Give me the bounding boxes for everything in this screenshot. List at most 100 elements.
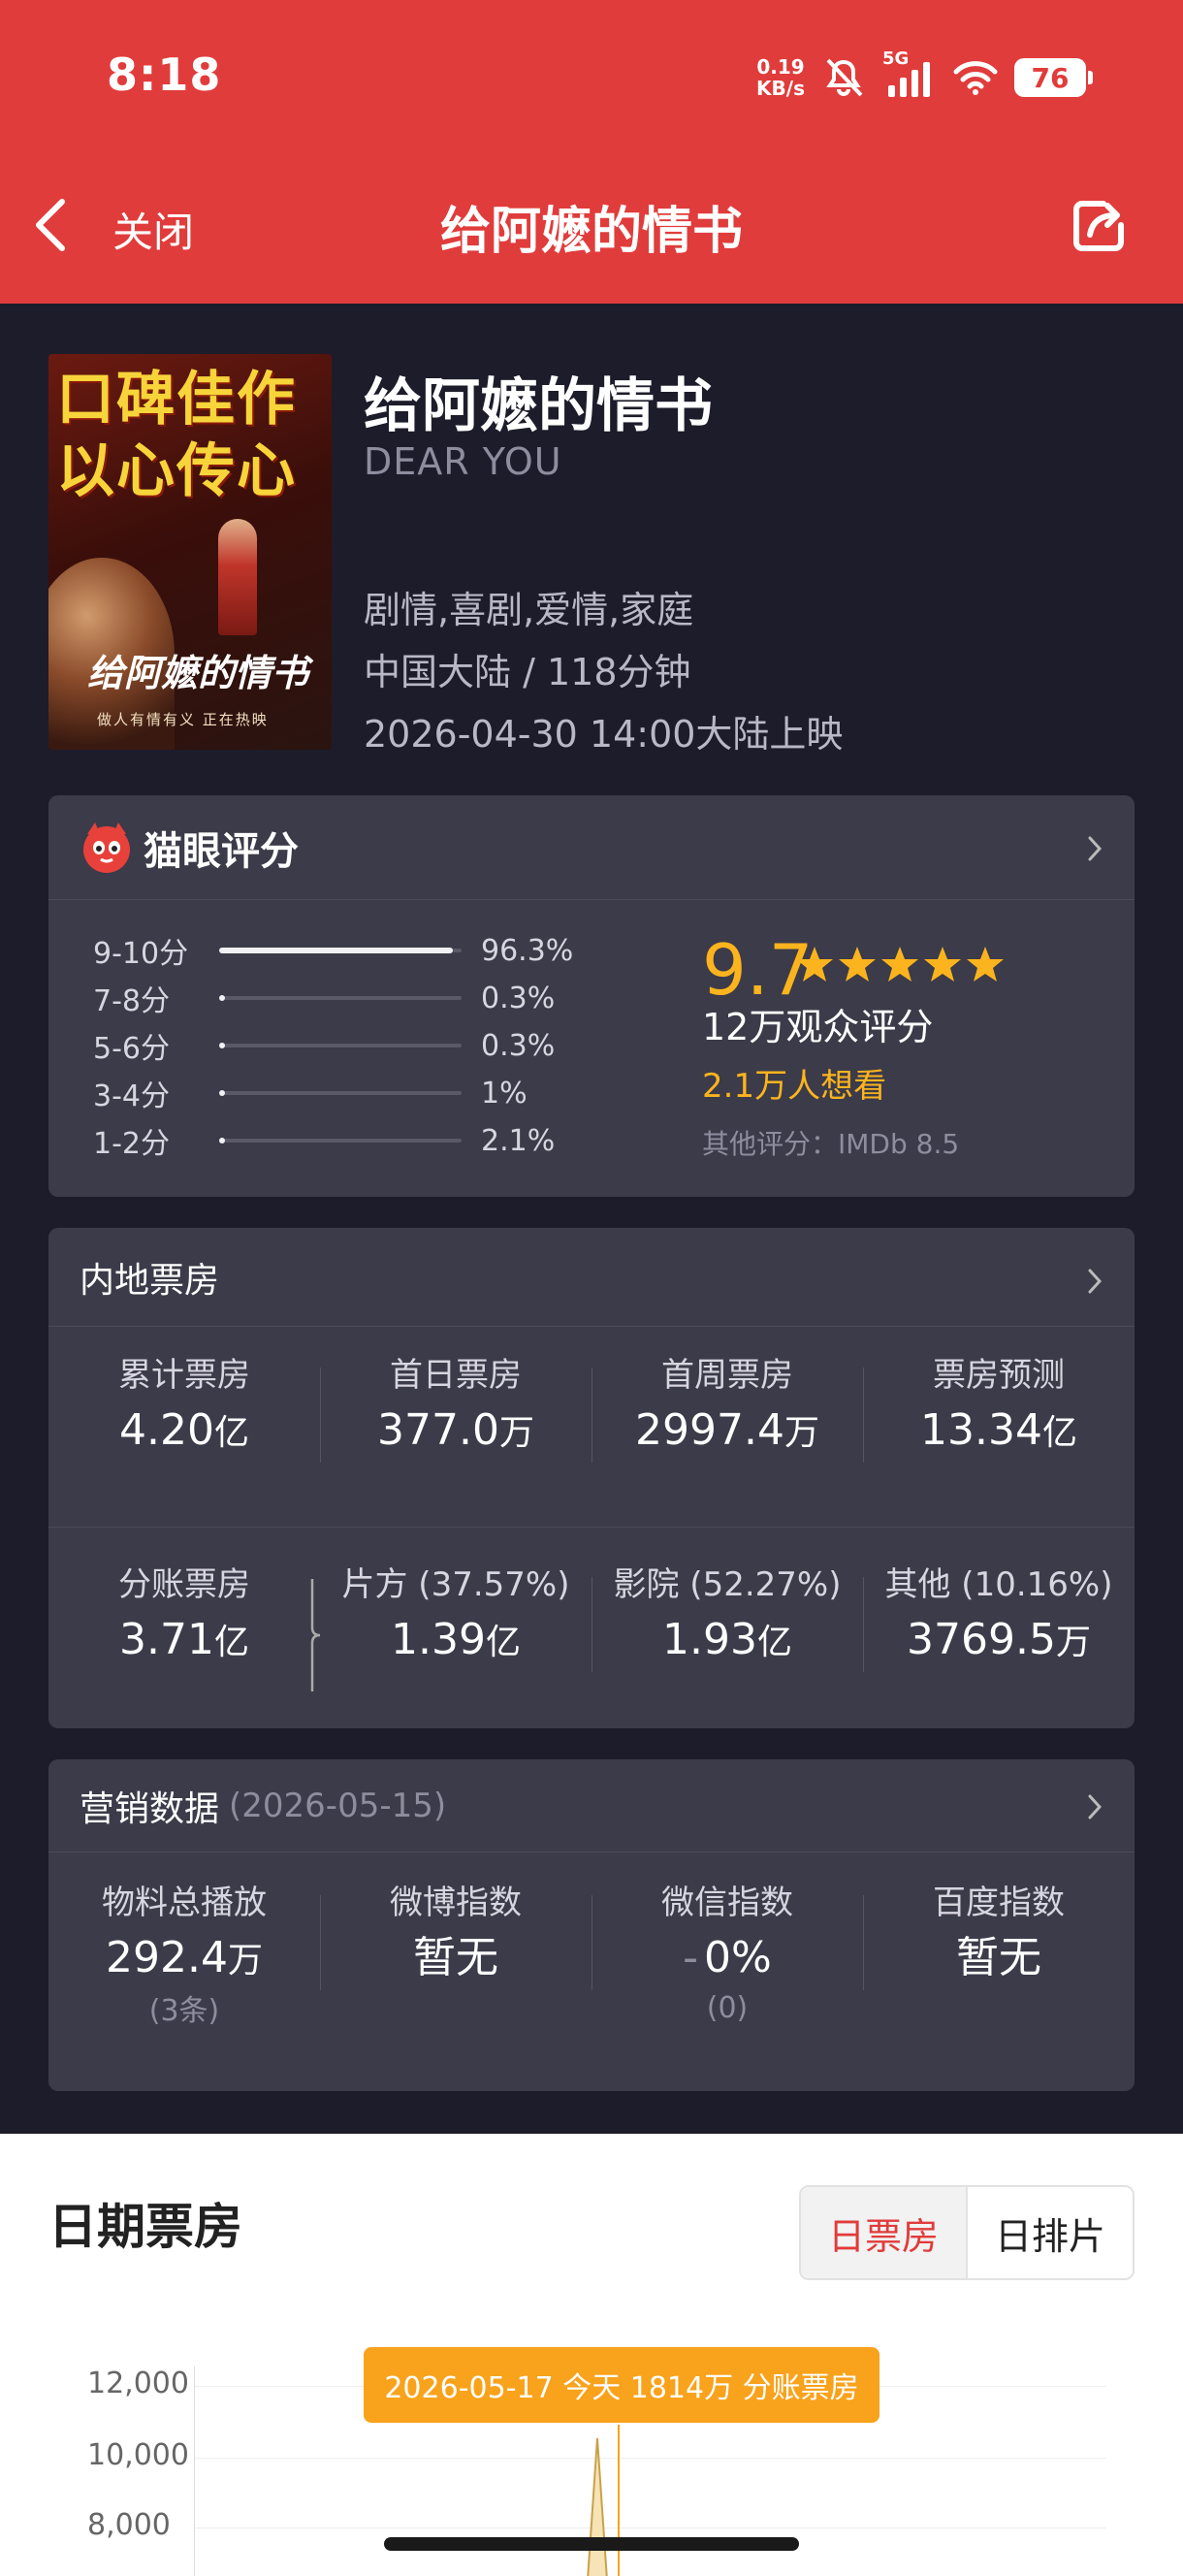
- home-indicator[interactable]: [384, 2537, 799, 2551]
- stat-value: 3.71亿: [48, 1608, 320, 1675]
- stat-value: 377.0万: [320, 1399, 592, 1465]
- box-office-header[interactable]: 内地票房: [48, 1228, 1135, 1327]
- box-office-stat: 首周票房 2997.4万: [592, 1352, 863, 1465]
- daily-toggle: 日票房 日排片: [799, 2185, 1135, 2280]
- rating-bar-fill: [219, 1043, 225, 1048]
- rating-bucket-percent: 0.3%: [481, 1028, 556, 1063]
- rating-card[interactable]: 猫眼评分 9-10分 96.3% 7-8分 0.3% 5-6分 0.3% 3-4分 1% 1-2…: [48, 795, 1135, 1197]
- daily-peak-mark: [587, 2425, 620, 2576]
- stat-unit: 万: [227, 1941, 263, 1980]
- box-office-split-stat: 分账票房 3.71亿: [48, 1562, 320, 1675]
- stat-number: 3.71: [119, 1615, 214, 1664]
- stat-label: 微信指数: [661, 1884, 793, 1922]
- poster-figure-woman: [218, 519, 257, 635]
- stat-number: 292.4: [106, 1933, 228, 1982]
- star-icon: [881, 947, 918, 982]
- rating-bar-track: [219, 1090, 462, 1096]
- rating-bar-track: [219, 1043, 462, 1048]
- back-arrow-icon[interactable]: [27, 194, 74, 256]
- rating-audience-count: 12万观众评分: [702, 1006, 934, 1048]
- star-icon: [967, 947, 1004, 982]
- stat-note: (0): [706, 1991, 749, 2025]
- chevron-right-icon[interactable]: [1084, 834, 1105, 863]
- rating-card-header[interactable]: 猫眼评分: [48, 795, 1135, 900]
- rating-bucket-label: 7-8分: [93, 984, 170, 1018]
- rating-bar-track: [219, 995, 462, 1001]
- maoyan-cat-icon: [83, 821, 130, 873]
- want-to-see-count: 2.1万人想看: [702, 1067, 887, 1106]
- daily-schedule-tab[interactable]: 日排片: [968, 2187, 1133, 2278]
- chevron-right-icon[interactable]: [1084, 1267, 1105, 1296]
- box-office-stat: 首日票房 377.0万: [320, 1352, 592, 1465]
- stat-number: 暂无: [956, 1933, 1041, 1982]
- rating-distribution-row: 9-10分 96.3%: [93, 931, 574, 972]
- rating-distribution-row: 5-6分 0.3%: [93, 1026, 556, 1067]
- stat-label: 片方 (37.57%): [341, 1565, 570, 1604]
- marketing-stat: 微博指数 暂无: [320, 1880, 592, 2030]
- movie-title: 给阿嬷的情书: [364, 372, 713, 440]
- battery-indicator: 76: [1014, 58, 1093, 97]
- star-icon: [839, 947, 876, 982]
- marketing-header[interactable]: 营销数据 (2026-05-15): [48, 1759, 1135, 1852]
- stat-value: 13.34亿: [863, 1399, 1135, 1465]
- daily-box-office-tab[interactable]: 日票房: [801, 2187, 968, 2278]
- daily-box-office-title: 日期票房: [48, 2199, 242, 2255]
- stat-unit: 亿: [213, 1623, 249, 1662]
- daily-box-office-section: 日期票房 日票房 日排片 12,000 10,000 8,000 2026-05…: [0, 2134, 1183, 2576]
- stat-unit: 万: [498, 1413, 534, 1453]
- net-speed: 0.19 KB/s: [756, 56, 805, 99]
- status-time: 8:18: [107, 48, 222, 101]
- poster-tagline-line1: 口碑佳作: [56, 366, 297, 434]
- box-office-stat: 票房预测 13.34亿: [863, 1352, 1135, 1465]
- stat-value: 1.39亿: [320, 1608, 592, 1675]
- grid-line: [194, 2458, 1105, 2459]
- marketing-title: 营销数据: [80, 1788, 220, 1829]
- y-tick-label: 12,000: [87, 2367, 189, 2400]
- box-office-split: 分账票房 3.71亿 片方 (37.57%) 1.39亿 影院 (52.27%) 1.93…: [48, 1562, 1135, 1675]
- y-tick-label: 8,000: [87, 2508, 171, 2542]
- stat-unit: 亿: [756, 1623, 792, 1662]
- share-icon[interactable]: [1071, 196, 1129, 254]
- other-ratings: 其他评分：IMDb 8.5: [702, 1128, 960, 1160]
- movie-release-date: 2026-04-30 14:00大陆上映: [364, 713, 844, 756]
- box-office-card[interactable]: 内地票房 累计票房 4.20亿 首日票房 377.0万 首周票房 2997.4万 票房预测 1…: [48, 1228, 1135, 1728]
- marketing-stat: 微信指数 -0% (0): [592, 1880, 863, 2030]
- rating-bucket-percent: 2.1%: [481, 1123, 556, 1158]
- stat-unit: 万: [1055, 1623, 1091, 1662]
- rating-bar-fill: [219, 1090, 225, 1096]
- stat-label: 票房预测: [933, 1356, 1065, 1395]
- chart-tooltip: 2026-05-17 今天 1814万 分账票房: [364, 2347, 879, 2423]
- cellular-signal-icon: 5G: [882, 48, 937, 101]
- rating-bar-track: [219, 948, 462, 953]
- stat-unit: 亿: [213, 1413, 249, 1453]
- box-office-title: 内地票房: [80, 1260, 220, 1301]
- stat-prefix: -: [683, 1933, 699, 1982]
- poster-subtitle: 做人有情有义 正在热映: [97, 711, 269, 728]
- stat-label: 首周票房: [661, 1356, 793, 1395]
- rating-bucket-label: 5-6分: [93, 1032, 170, 1066]
- rating-distribution-row: 3-4分 1%: [93, 1074, 528, 1114]
- box-office-split-stat: 影院 (52.27%) 1.93亿: [592, 1562, 863, 1675]
- stat-value: 292.4万: [48, 1926, 320, 1993]
- poster-tagline-line2: 以心传心: [56, 437, 297, 505]
- stat-number: 暂无: [413, 1933, 498, 1982]
- stat-value: 2997.4万: [592, 1399, 863, 1465]
- stat-label: 其他 (10.16%): [884, 1565, 1113, 1604]
- stat-number: 377.0: [377, 1405, 499, 1455]
- box-office-stats: 累计票房 4.20亿 首日票房 377.0万 首周票房 2997.4万 票房预测 13.34亿: [48, 1352, 1135, 1465]
- poster-tagline: 口碑佳作 以心传心: [56, 364, 324, 507]
- stat-label: 物料总播放: [102, 1884, 267, 1922]
- close-button[interactable]: 关闭: [112, 200, 194, 259]
- y-axis-line: [194, 2367, 195, 2576]
- stat-value: 1.93亿: [592, 1608, 863, 1675]
- movie-poster[interactable]: 口碑佳作 以心传心 给阿嬷的情书 做人有情有义 正在热映: [48, 354, 332, 750]
- chevron-right-icon[interactable]: [1084, 1792, 1105, 1821]
- stat-unit: 亿: [1041, 1413, 1077, 1453]
- rating-stars: [795, 945, 1005, 983]
- stat-number: 1.39: [391, 1615, 486, 1664]
- rating-bucket-label: 1-2分: [93, 1127, 170, 1161]
- rating-bucket-percent: 96.3%: [481, 933, 574, 968]
- stat-number: 4.20: [119, 1405, 214, 1455]
- stat-value: -0%: [592, 1926, 863, 1990]
- marketing-card[interactable]: 营销数据 (2026-05-15) 物料总播放 292.4万 (3条) 微博指数 暂无微…: [48, 1759, 1135, 2091]
